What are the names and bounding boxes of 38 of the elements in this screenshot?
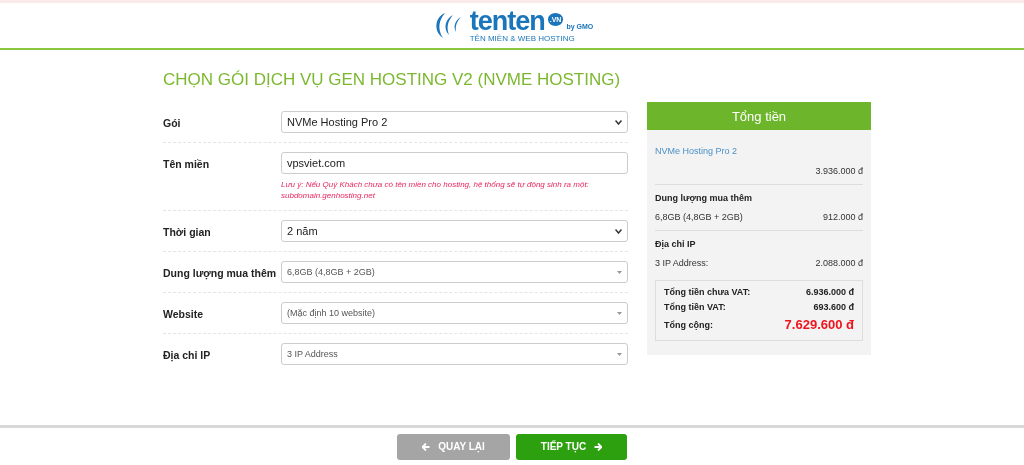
select-field[interactable]: (Mặc định 10 website) [281, 302, 628, 324]
field-label: Thời gian [163, 225, 212, 240]
field-label: Website [163, 307, 205, 322]
field-label: Tên miền [163, 157, 211, 172]
caret-down-icon [617, 311, 622, 315]
caret-down-icon [617, 352, 622, 356]
page-title: CHỌN GÓI DỊCH VỤ GEN HOSTING V2 (NVME HOSTING) [163, 70, 622, 90]
total-value: 7.629.600 đ [784, 317, 854, 332]
package-price: 3.936.000 đ [815, 166, 863, 176]
item-price: 912.000 đ [822, 212, 863, 222]
field-label: Dung lượng mua thêm [163, 266, 278, 282]
select-field[interactable]: 2 năm [281, 220, 628, 242]
chevron-down-icon [615, 119, 622, 125]
caret-down-icon [617, 270, 622, 274]
total-label: Tổng tiền chưa VAT: [664, 287, 751, 297]
total-value: 693.600 đ [813, 302, 854, 312]
field-label: Gói [163, 116, 182, 131]
chevron-down-icon [615, 228, 622, 234]
total-value: 6.936.000 đ [805, 287, 854, 297]
arrow-right-icon [594, 442, 603, 451]
select-field[interactable]: NVMe Hosting Pro 2 [281, 111, 628, 133]
total-label: Tổng tiền VAT: [664, 302, 726, 312]
logo-text: tenten [469, 8, 545, 34]
item-price: 2.088.000 đ [815, 258, 863, 268]
select-field[interactable]: 6,8GB (4,8GB + 2GB) [281, 261, 628, 283]
item-name: 3 IP Address: [655, 258, 709, 268]
item-name: 6,8GB (4,8GB + 2GB) [655, 212, 743, 222]
summary-heading: Tổng tiền [647, 102, 871, 130]
select-field[interactable]: 3 IP Address [281, 343, 628, 365]
field-label: Địa chỉ IP [163, 348, 212, 364]
section-title: Dung lượng mua thêm [655, 193, 753, 203]
arrow-left-icon [422, 442, 431, 451]
package-name: NVMe Hosting Pro 2 [655, 145, 739, 158]
domain-note: Lưu ý: Nếu Quý Khách chưa có tên miền cho hosting, hệ thống sẽ tự động sinh ra một: subdomain.genhosting.net [281, 179, 590, 201]
total-label: Tổng cộng: [664, 319, 713, 330]
domain-input[interactable]: vpsviet.com [281, 152, 628, 174]
logo-tagline: TÊN MIỀN & WEB HOSTING [469, 34, 576, 43]
section-title: Địa chỉ IP [655, 239, 697, 249]
